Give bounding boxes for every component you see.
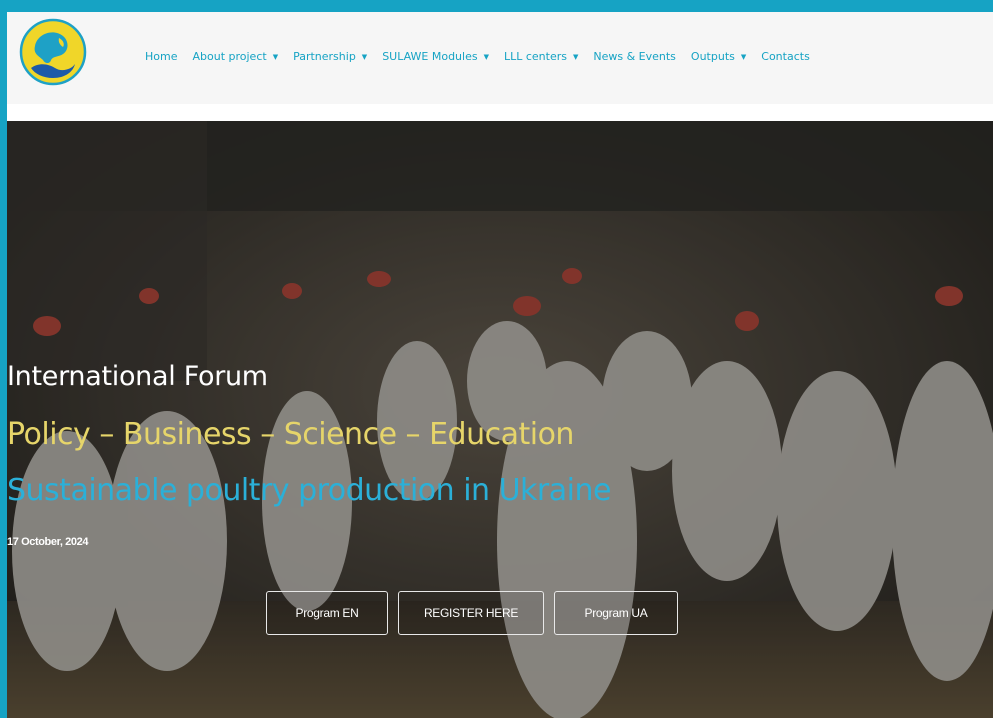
main-navigation: Home About project ▼ Partnership ▼ SULAWE … — [145, 50, 825, 63]
chevron-down-icon: ▼ — [272, 52, 279, 61]
hero-tagline: Sustainable poultry production in Ukrain… — [7, 473, 611, 508]
nav-home-label: Home — [145, 50, 178, 63]
nav-partnership[interactable]: Partnership ▼ — [293, 50, 367, 63]
page-frame-top — [0, 0, 993, 12]
page-frame-left — [0, 0, 7, 718]
nav-news-events[interactable]: News & Events — [593, 50, 676, 63]
hero-title: International Forum — [7, 361, 268, 392]
nav-home[interactable]: Home — [145, 50, 177, 63]
site-header: Home About project ▼ Partnership ▼ SULAWE … — [7, 12, 993, 104]
nav-lll-centers-label: LLL centers — [503, 50, 567, 63]
nav-outputs-label: Outputs — [690, 50, 735, 63]
hero-subtitle: Policy – Business – Science – Education — [7, 417, 574, 452]
nav-contacts[interactable]: Contacts — [761, 50, 810, 63]
event-date: 17 October, 2024 — [7, 536, 89, 548]
register-button[interactable]: REGISTER HERE — [398, 591, 544, 635]
chevron-down-icon: ▼ — [483, 52, 489, 61]
nav-sulawe-modules[interactable]: SULAWE Modules ▼ — [382, 50, 489, 63]
nav-lll-centers[interactable]: LLL centers ▼ — [504, 50, 578, 63]
nav-news-events-label: News & Events — [593, 50, 676, 63]
program-en-button[interactable]: Program EN — [266, 591, 388, 635]
chevron-down-icon: ▼ — [361, 52, 368, 61]
nav-sulawe-modules-label: SULAWE Modules — [382, 50, 478, 63]
hero-banner: International Forum Policy – Business – … — [7, 121, 993, 718]
hero-button-group: Program EN REGISTER HERE Program UA — [266, 591, 678, 635]
nav-about-project-label: About project — [192, 50, 267, 63]
nav-outputs[interactable]: Outputs ▼ — [691, 50, 746, 63]
nav-contacts-label: Contacts — [761, 50, 810, 63]
chevron-down-icon: ▼ — [572, 52, 579, 61]
project-logo-icon — [19, 18, 87, 86]
nav-about-project[interactable]: About project ▼ — [192, 50, 278, 63]
nav-partnership-label: Partnership — [293, 50, 356, 63]
program-ua-button[interactable]: Program UA — [554, 591, 678, 635]
chevron-down-icon: ▼ — [740, 52, 747, 61]
header-divider — [7, 104, 993, 121]
